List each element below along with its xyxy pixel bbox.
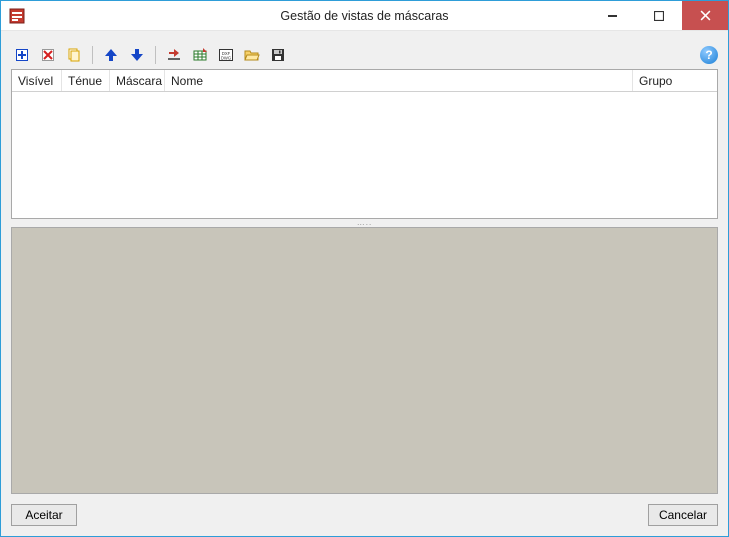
svg-text:DWG: DWG <box>221 56 231 61</box>
table-body[interactable] <box>12 92 717 218</box>
move-up-icon[interactable] <box>100 44 122 66</box>
accept-button[interactable]: Aceitar <box>11 504 77 526</box>
cancel-button[interactable]: Cancelar <box>648 504 718 526</box>
import-icon[interactable] <box>163 44 185 66</box>
delete-icon[interactable] <box>37 44 59 66</box>
toolbar: DXF DWG <box>11 42 289 68</box>
content-area: DXF DWG <box>1 31 728 536</box>
table-panel: Visível Ténue Máscara Nome Grupo <box>11 69 718 219</box>
horizontal-splitter[interactable]: ….. <box>11 219 718 227</box>
open-folder-icon[interactable] <box>241 44 263 66</box>
column-header-nome[interactable]: Nome <box>165 70 633 91</box>
window: Gestão de vistas de máscaras <box>0 0 729 537</box>
toolbar-separator <box>92 46 93 64</box>
toolbar-separator <box>155 46 156 64</box>
help-icon[interactable]: ? <box>700 46 718 64</box>
export-grid-icon[interactable] <box>189 44 211 66</box>
titlebar: Gestão de vistas de máscaras <box>1 1 728 31</box>
copy-icon[interactable] <box>63 44 85 66</box>
column-header-tenue[interactable]: Ténue <box>62 70 110 91</box>
save-icon[interactable] <box>267 44 289 66</box>
column-header-visivel[interactable]: Visível <box>12 70 62 91</box>
add-icon[interactable] <box>11 44 33 66</box>
dxf-dwg-icon[interactable]: DXF DWG <box>215 44 237 66</box>
splitter-handle-icon: ….. <box>357 220 372 226</box>
preview-panel <box>11 227 718 494</box>
close-button[interactable] <box>682 1 728 30</box>
app-icon <box>9 8 25 24</box>
maximize-button[interactable] <box>636 1 682 30</box>
button-bar: Aceitar Cancelar <box>11 494 718 526</box>
window-controls <box>590 1 728 30</box>
column-header-grupo[interactable]: Grupo <box>633 70 717 91</box>
table-header: Visível Ténue Máscara Nome Grupo <box>12 70 717 92</box>
column-header-mascara[interactable]: Máscara <box>110 70 165 91</box>
move-down-icon[interactable] <box>126 44 148 66</box>
minimize-button[interactable] <box>590 1 636 30</box>
toolbar-row: DXF DWG <box>11 41 718 69</box>
